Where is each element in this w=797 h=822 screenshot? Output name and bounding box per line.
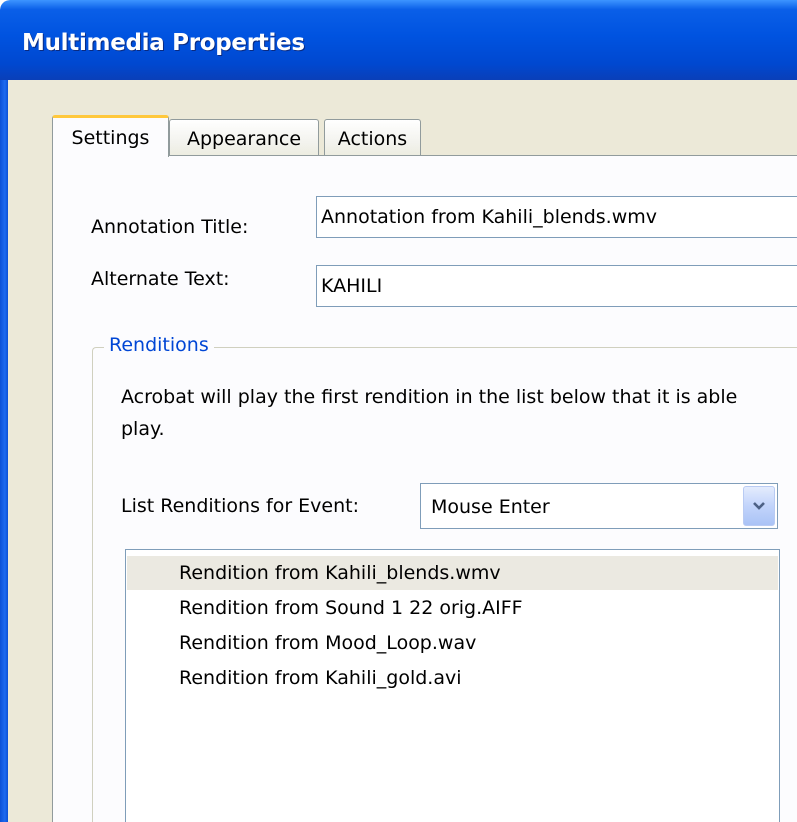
- event-label: List Renditions for Event:: [121, 495, 360, 517]
- renditions-legend: Renditions: [104, 334, 214, 356]
- list-item[interactable]: Rendition from Sound 1 22 orig.AIFF: [127, 591, 778, 625]
- list-item[interactable]: Rendition from Kahili_blends.wmv: [127, 556, 778, 590]
- event-dropdown[interactable]: Mouse Enter: [420, 483, 778, 529]
- list-item[interactable]: Rendition from Mood_Loop.wav: [127, 626, 778, 660]
- event-dropdown-value: Mouse Enter: [431, 496, 550, 518]
- tab-actions[interactable]: Actions: [324, 119, 421, 157]
- tab-appearance[interactable]: Appearance: [169, 119, 319, 157]
- list-item[interactable]: Rendition from Kahili_gold.avi: [127, 661, 778, 695]
- renditions-list[interactable]: Rendition from Kahili_blends.wmv Renditi…: [125, 549, 780, 822]
- alternate-text-label: Alternate Text:: [91, 268, 230, 290]
- tab-appearance-label: Appearance: [186, 127, 302, 150]
- annotation-title-label: Annotation Title:: [91, 216, 249, 238]
- tab-actions-label: Actions: [337, 127, 408, 150]
- multimedia-properties-dialog: Multimedia Properties Settings Appearanc…: [0, 0, 797, 822]
- annotation-title-field[interactable]: Annotation from Kahili_blends.wmv: [316, 196, 797, 238]
- renditions-description-line2: play.: [121, 418, 165, 440]
- renditions-description-line1: Acrobat will play the first rendition in…: [121, 386, 738, 408]
- window-frame-left: [0, 80, 8, 822]
- tab-settings[interactable]: Settings: [52, 115, 169, 157]
- window-title: Multimedia Properties: [22, 30, 305, 56]
- alternate-text-field[interactable]: KAHILI: [316, 265, 797, 307]
- chevron-down-icon[interactable]: [743, 486, 775, 526]
- tab-settings-label: Settings: [71, 126, 150, 149]
- title-bar[interactable]: Multimedia Properties: [0, 0, 797, 80]
